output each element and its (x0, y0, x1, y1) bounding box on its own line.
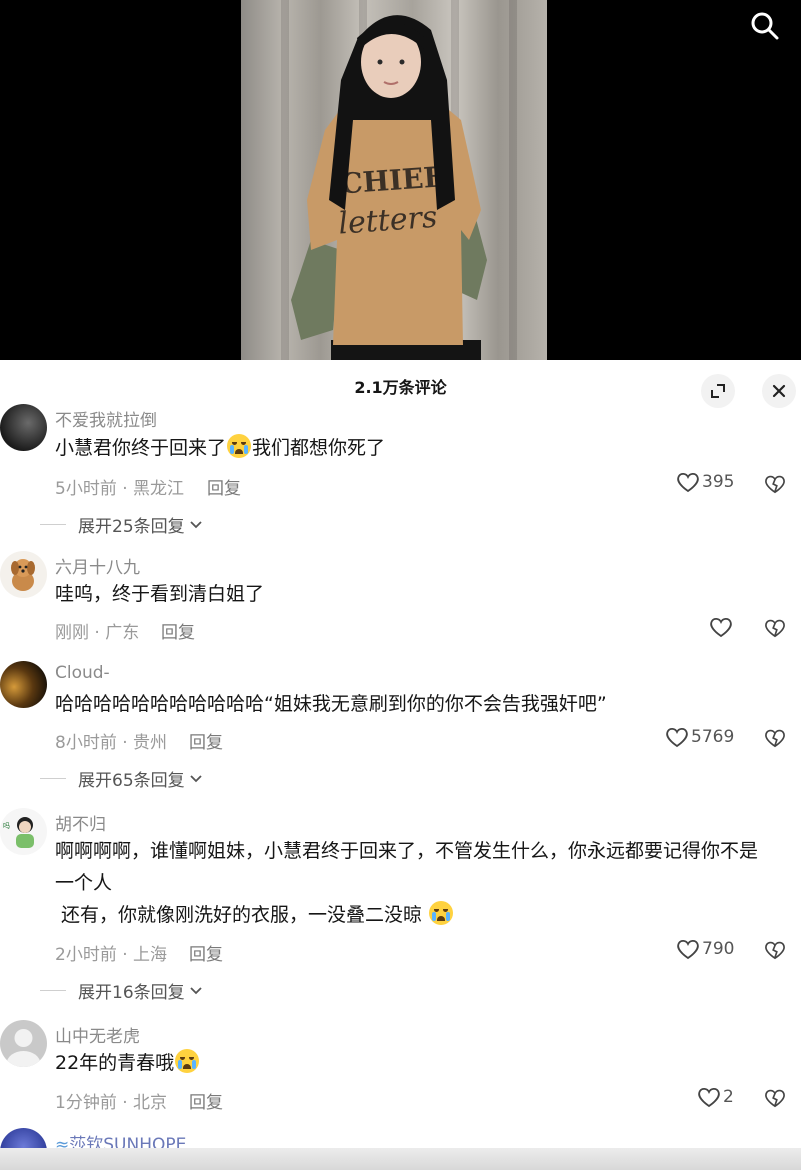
comment-text: 哇呜，终于看到清白姐了 (55, 583, 265, 605)
like-button[interactable]: 395 (676, 471, 734, 493)
reply-button[interactable]: 回复 (161, 618, 195, 643)
comment-username[interactable]: 六月十八九 (55, 553, 140, 578)
crying-face-icon (227, 434, 252, 458)
avatar[interactable] (0, 551, 47, 598)
dog-avatar-icon (11, 559, 35, 591)
heart-icon (666, 727, 688, 748)
like-button[interactable]: 790 (676, 938, 734, 960)
comment-text-line: 啊啊啊啊，谁懂啊姐妹，小慧君终于回来了，不管发生什么，你永远都要记得你不是 (55, 840, 759, 862)
comment-text-line: 还有，你就像刚洗好的衣服，一没叠二没晾 (55, 899, 454, 931)
avatar[interactable]: 吗 (0, 808, 47, 855)
svg-text:吗: 吗 (3, 822, 10, 830)
chevron-down-icon (190, 520, 202, 528)
broken-heart-icon[interactable] (764, 939, 786, 961)
comment-text-line: 一个人 (55, 872, 113, 894)
comment-username[interactable]: 不爱我就拉倒 (55, 406, 157, 431)
comment-text: 小慧君你终于回来了 我们都想你死了 (55, 432, 385, 464)
crying-face-icon (429, 901, 454, 925)
comment-meta: 刚刚 · 广东 (55, 623, 140, 643)
heart-icon (710, 617, 732, 638)
chevron-down-icon (190, 986, 202, 994)
heart-icon (698, 1087, 720, 1108)
video-frame: CHIEF letters (241, 0, 547, 360)
reply-button[interactable]: 回复 (189, 940, 223, 965)
like-button[interactable] (709, 616, 735, 638)
reply-button[interactable]: 回复 (189, 728, 223, 753)
reply-button[interactable]: 回复 (189, 1088, 223, 1113)
like-count: 395 (702, 472, 735, 492)
broken-heart-icon[interactable] (764, 617, 786, 639)
comment-username[interactable]: Cloud- (55, 663, 110, 683)
heart-icon (677, 472, 699, 493)
like-count: 790 (702, 939, 735, 959)
comment-meta: 8小时前 · 贵州 (55, 733, 168, 753)
broken-heart-icon[interactable] (764, 727, 786, 749)
avatar[interactable] (0, 404, 47, 451)
comment-meta: 5小时前 · 黑龙江 (55, 479, 185, 499)
like-button[interactable]: 2 (697, 1086, 734, 1108)
default-avatar-icon (6, 1029, 41, 1067)
comments-panel: 2.1万条评论 不爱我就拉倒 小慧君你终于回来了 我们都想你死了 5小时前 · 黑… (0, 360, 801, 1170)
broken-heart-icon[interactable] (764, 1087, 786, 1109)
expand-replies-button[interactable]: 展开65条回复 (40, 766, 204, 791)
search-icon (751, 12, 779, 40)
svg-text:letters: letters (337, 200, 438, 242)
comment-username[interactable]: 胡不归 (55, 810, 106, 835)
expand-replies-button[interactable]: 展开25条回复 (40, 512, 204, 537)
fullscreen-icon (711, 384, 725, 398)
comment-text: 22年的青春哦 (55, 1047, 200, 1079)
heart-icon (677, 939, 699, 960)
crying-face-icon (175, 1049, 200, 1073)
video-player[interactable]: CHIEF letters (0, 0, 801, 360)
close-button[interactable] (762, 374, 796, 408)
comment-count-title: 2.1万条评论 (354, 378, 447, 397)
person-figure: CHIEF letters (291, 15, 487, 360)
close-icon (772, 384, 786, 398)
comment-meta: 1分钟前 · 北京 (55, 1093, 168, 1113)
cartoon-avatar-icon: 吗 (3, 817, 34, 848)
comment-username[interactable]: 山中无老虎 (55, 1022, 140, 1047)
bottom-edge (0, 1148, 801, 1170)
fullscreen-button[interactable] (701, 374, 735, 408)
avatar[interactable] (0, 1020, 47, 1067)
reply-button[interactable]: 回复 (207, 474, 241, 499)
comment-meta: 2小时前 · 上海 (55, 945, 168, 965)
comment-text: 哈哈哈哈哈哈哈哈哈哈哈“姐妹我无意刷到你的你不会告我强奸吧” (55, 693, 607, 715)
expand-replies-button[interactable]: 展开16条回复 (40, 978, 204, 1003)
like-count: 5769 (691, 727, 735, 747)
like-button[interactable]: 5769 (665, 726, 734, 748)
chevron-down-icon (190, 774, 202, 782)
broken-heart-icon[interactable] (764, 473, 786, 495)
search-button[interactable] (745, 6, 785, 46)
like-count: 2 (723, 1087, 734, 1107)
avatar[interactable] (0, 661, 47, 708)
